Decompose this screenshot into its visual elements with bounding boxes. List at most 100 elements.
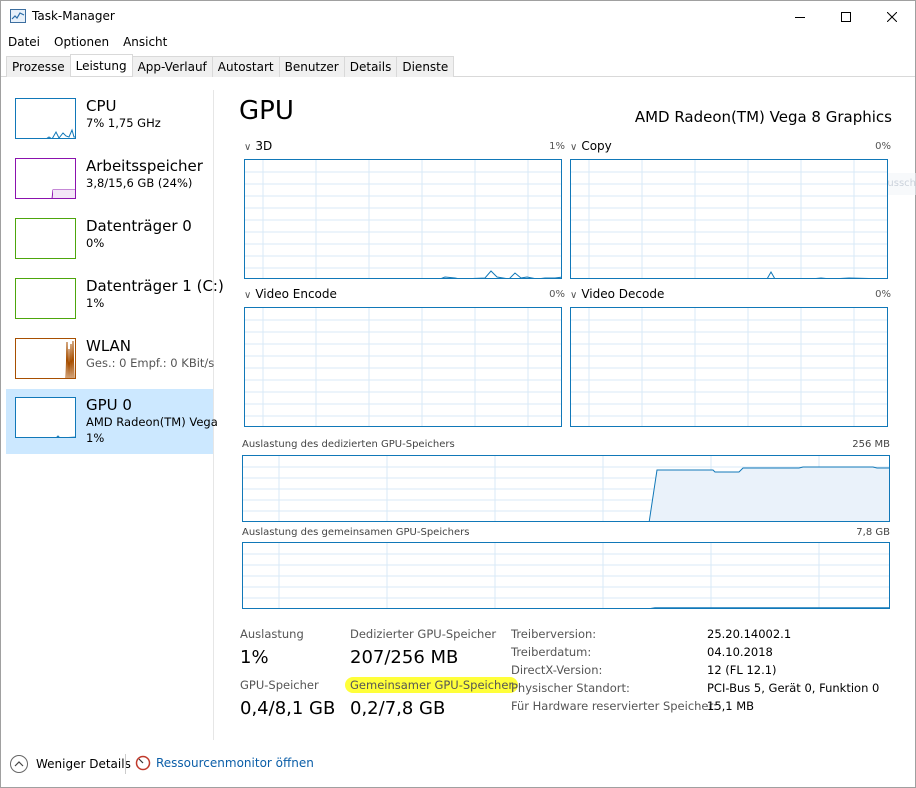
sidebar-item-subtitle: AMD Radeon(TM) Vega [86, 415, 218, 429]
footer-divider [125, 754, 126, 774]
engine-selector-copy[interactable]: ∨ Copy [570, 139, 612, 153]
engine-percent: 0% [875, 141, 891, 152]
sidebar-item-subtitle: 1% [86, 296, 105, 310]
utilization-value: 1% [240, 647, 269, 668]
directx-version-value: 12 (FL 12.1) [707, 663, 777, 677]
driver-date-value: 04.10.2018 [707, 645, 773, 659]
tab-dienste[interactable]: Dienste [396, 56, 455, 77]
engine-percent: 0% [549, 289, 565, 300]
reserved-memory-label: Für Hardware reservierter Speicher: [511, 699, 717, 713]
utilization-label: Auslastung [240, 627, 304, 641]
physical-location-label: Physischer Standort: [511, 681, 630, 695]
sidebar-item-gpu-0[interactable]: GPU 0 AMD Radeon(TM) Vega 1% [6, 389, 218, 454]
gpu-thumbnail-graph [15, 397, 76, 438]
gpu-memory-label: GPU-Speicher [240, 678, 319, 692]
dedicated-memory-graph [242, 455, 890, 522]
disk-1-thumbnail-graph [15, 278, 76, 319]
sidebar-item-title: Datenträger 1 (C:) [86, 277, 224, 295]
dedicated-memory-stat-label: Dedizierter GPU-Speicher [350, 627, 497, 641]
sidebar-item-title: WLAN [86, 337, 132, 355]
chevron-down-icon: ∨ [244, 142, 252, 153]
tab-prozesse[interactable]: Prozesse [6, 56, 71, 77]
menu-datei[interactable]: Datei [1, 33, 47, 53]
engine-name: Copy [581, 139, 612, 153]
graph-grid [571, 308, 887, 426]
engine-percent: 1% [549, 141, 565, 152]
sidebar-item-title: Arbeitsspeicher [86, 157, 203, 175]
graph-video-encode [244, 307, 562, 427]
title-bar[interactable]: Task-Manager [1, 1, 915, 33]
graph-grid [243, 456, 889, 521]
wlan-thumbnail-graph [15, 338, 76, 379]
engine-selector-3d[interactable]: ∨ 3D [244, 139, 272, 153]
gpu-model-name: AMD Radeon(TM) Vega 8 Graphics [634, 108, 892, 126]
driver-version-label: Treiberversion: [511, 627, 597, 641]
menu-bar: Datei Optionen Ansicht [1, 33, 174, 53]
chevron-down-icon: ∨ [244, 290, 252, 301]
window-title: Task-Manager [32, 9, 115, 23]
engine-name: 3D [255, 139, 273, 153]
graph-grid [245, 308, 561, 426]
graph-grid [243, 543, 889, 608]
sidebar-item-subtitle: 0% [86, 236, 105, 250]
chevron-up-icon [10, 755, 28, 773]
tab-details[interactable]: Details [343, 56, 398, 77]
chevron-down-icon: ∨ [570, 142, 578, 153]
shared-memory-max: 7,8 GB [856, 527, 890, 538]
tab-bar: Prozesse Leistung App-Verlauf Autostart … [1, 54, 915, 77]
driver-version-value: 25.20.14002.1 [707, 627, 792, 641]
sidebar-item-memory[interactable]: Arbeitsspeicher 3,8/15,6 GB (24%) [6, 150, 213, 214]
performance-sidebar: CPU 7% 1,75 GHz Arbeitsspeicher 3,8/15,6… [6, 90, 224, 740]
graph-grid [571, 160, 887, 278]
sidebar-item-cpu[interactable]: CPU 7% 1,75 GHz [6, 90, 213, 154]
engine-selector-video-encode[interactable]: ∨ Video Encode [244, 287, 337, 301]
driver-date-label: Treiberdatum: [511, 645, 592, 659]
tab-app-verlauf[interactable]: App-Verlauf [131, 56, 213, 77]
tab-leistung[interactable]: Leistung [69, 54, 133, 76]
fewer-details-button[interactable]: Weniger Details [10, 755, 131, 773]
graph-video-decode [570, 307, 888, 427]
tab-benutzer[interactable]: Benutzer [278, 56, 345, 77]
gpu-memory-value: 0,4/8,1 GB [240, 698, 336, 719]
physical-location-value: PCI-Bus 5, Gerät 0, Funktion 0 [707, 681, 880, 695]
graph-grid [245, 160, 561, 278]
close-button[interactable] [869, 1, 915, 32]
graph-copy [570, 159, 888, 279]
memory-thumbnail-graph [15, 158, 76, 199]
sidebar-item-title: Datenträger 0 [86, 217, 192, 235]
reserved-memory-value: 15,1 MB [707, 699, 755, 713]
cpu-thumbnail-graph [15, 98, 76, 139]
minimize-icon [795, 16, 805, 18]
shared-memory-label: Auslastung des gemeinsamen GPU-Speichers [242, 527, 470, 538]
sidebar-item-wlan[interactable]: WLAN Ges.: 0 Empf.: 0 KBit/s [6, 330, 214, 394]
shared-memory-stat-value: 0,2/7,8 GB [350, 698, 446, 719]
maximize-icon [841, 11, 851, 22]
menu-ansicht[interactable]: Ansicht [116, 33, 174, 53]
maximize-button[interactable] [823, 1, 869, 32]
minimize-button[interactable] [777, 1, 823, 32]
footer-bar: Weniger Details Ressourcenmonitor öffnen [1, 746, 915, 786]
engine-selector-video-decode[interactable]: ∨ Video Decode [570, 287, 664, 301]
fewer-details-label: Weniger Details [36, 757, 131, 771]
menu-optionen[interactable]: Optionen [47, 33, 116, 53]
dedicated-memory-max: 256 MB [852, 439, 890, 450]
dedicated-memory-label: Auslastung des dedizierten GPU-Speichers [242, 439, 455, 450]
sidebar-item-disk-1[interactable]: Datenträger 1 (C:) 1% [6, 270, 224, 334]
resource-monitor-link[interactable]: Ressourcenmonitor öffnen [135, 755, 314, 771]
resource-monitor-label: Ressourcenmonitor öffnen [156, 756, 314, 770]
shared-memory-stat-label: Gemeinsamer GPU-Speicher [345, 677, 519, 693]
engine-percent: 0% [875, 289, 891, 300]
engine-name: Video Encode [255, 287, 337, 301]
sidebar-item-subtitle: 3,8/15,6 GB (24%) [86, 176, 193, 190]
engine-name: Video Decode [581, 287, 665, 301]
disk-0-thumbnail-graph [15, 218, 76, 259]
dedicated-memory-stat-value: 207/256 MB [350, 647, 459, 668]
sidebar-item-title: GPU 0 [86, 396, 132, 414]
task-manager-window: Task-Manager Datei Optionen Ansicht Proz… [0, 0, 916, 788]
tab-autostart[interactable]: Autostart [211, 56, 280, 77]
graph-3d [244, 159, 562, 279]
sidebar-item-title: CPU [86, 97, 117, 115]
resource-monitor-icon [135, 755, 151, 771]
sidebar-item-disk-0[interactable]: Datenträger 0 0% [6, 210, 213, 274]
chevron-down-icon: ∨ [570, 290, 578, 301]
